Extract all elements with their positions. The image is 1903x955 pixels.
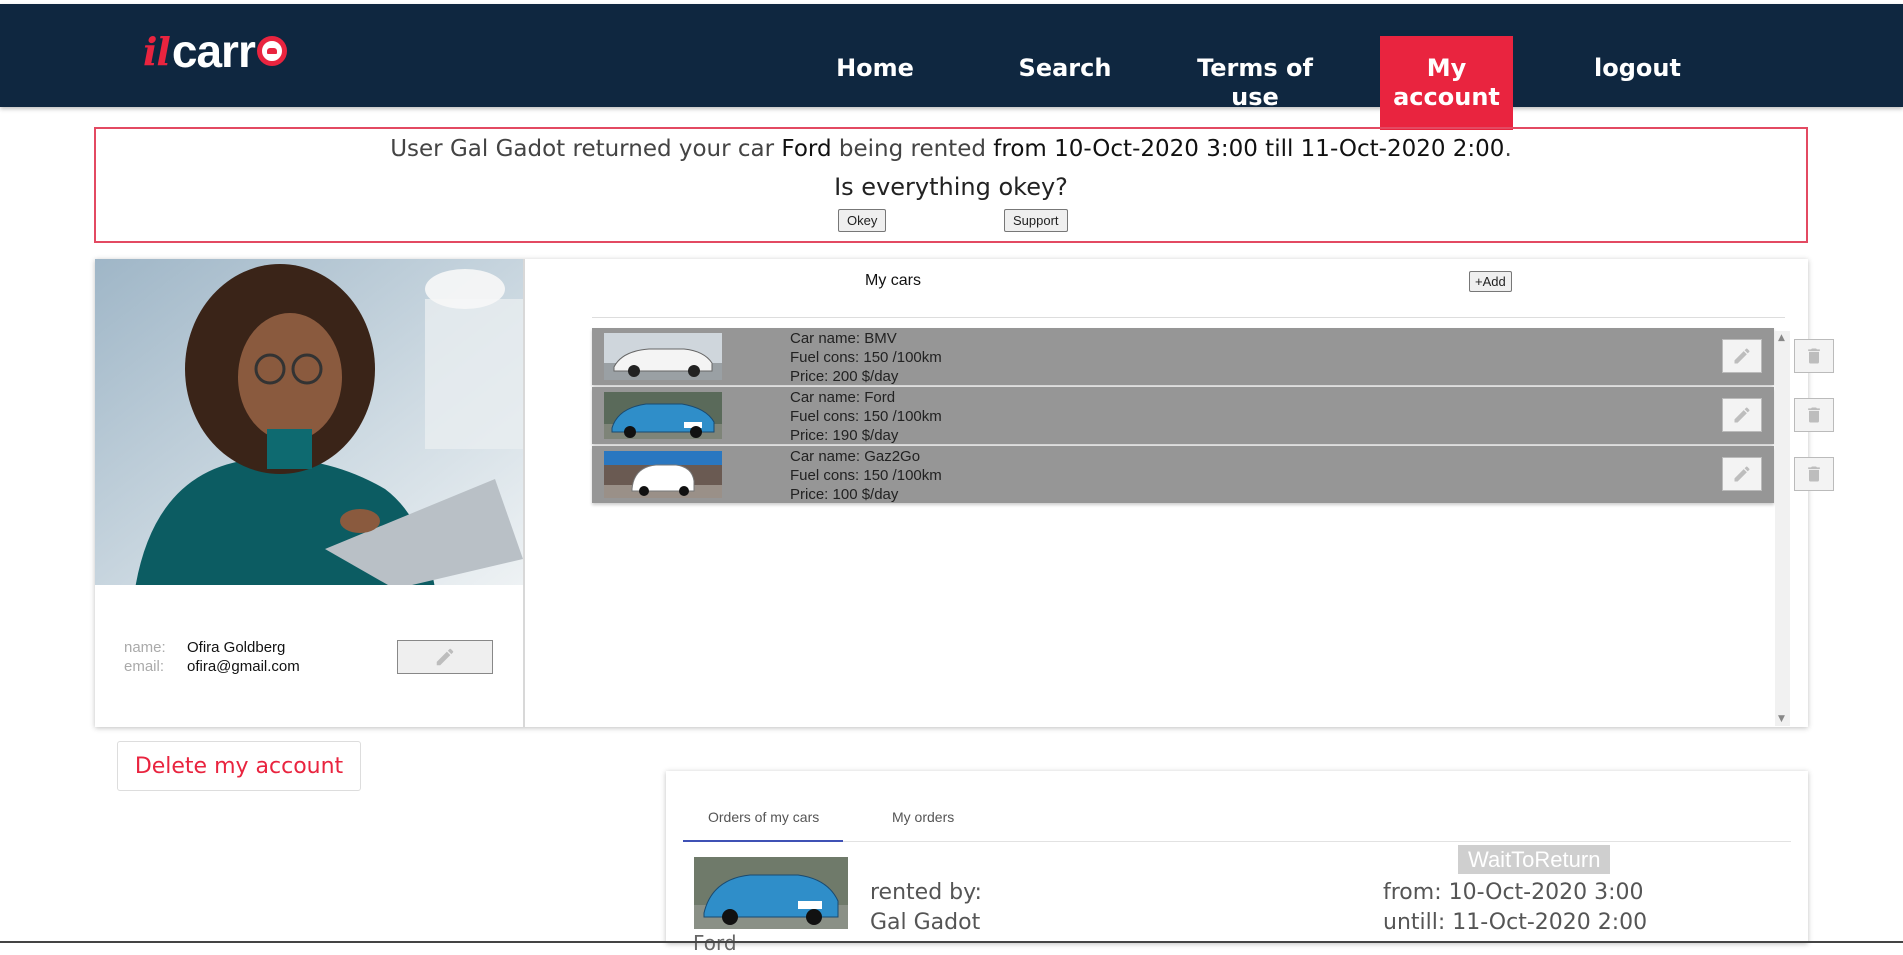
trash-icon bbox=[1808, 407, 1820, 423]
pencil-icon bbox=[1734, 348, 1750, 364]
rented-by-name: Gal Gadot bbox=[870, 910, 981, 935]
delete-car-button[interactable] bbox=[1794, 457, 1834, 491]
car-name: Car name: Gaz2Go bbox=[790, 448, 921, 465]
pencil-icon bbox=[436, 648, 454, 666]
car-name: Car name: BMV bbox=[790, 330, 897, 347]
profile-info: name: Ofira Goldberg email: ofira@gmail.co… bbox=[124, 638, 300, 676]
profile-photo bbox=[95, 259, 523, 585]
car-row: Car name: Gaz2Go Fuel cons: 150 /100km P… bbox=[592, 446, 1834, 504]
ilcarro-logo[interactable]: il carr bbox=[143, 25, 287, 77]
add-car-button[interactable]: +Add bbox=[1469, 271, 1512, 292]
pencil-icon bbox=[1734, 466, 1750, 482]
nav-home[interactable]: Home bbox=[825, 54, 925, 83]
car-wheel-icon bbox=[256, 36, 287, 66]
car-name: Car name: Ford bbox=[790, 389, 896, 406]
nav-search[interactable]: Search bbox=[1010, 54, 1120, 83]
logo-main: carr bbox=[171, 25, 256, 77]
profile-name: Ofira Goldberg bbox=[187, 639, 286, 656]
status-badge: WaitToReturn bbox=[1458, 845, 1611, 874]
car-thumbnail bbox=[604, 451, 722, 498]
my-cars-divider bbox=[592, 317, 1785, 318]
rented-by-label: rented by: bbox=[870, 880, 982, 905]
nav-account-line2: account bbox=[1393, 83, 1500, 111]
notice-period: from 10-Oct-2020 3:00 till 11-Oct-2020 2… bbox=[993, 136, 1505, 162]
name-label: name: bbox=[124, 639, 166, 656]
car-thumbnail bbox=[604, 333, 722, 380]
nav-terms-line2: use bbox=[1231, 83, 1279, 111]
nav-my-account[interactable]: My account bbox=[1380, 36, 1513, 130]
edit-profile-button[interactable] bbox=[397, 640, 493, 674]
order-car-name: Ford bbox=[693, 931, 737, 955]
car-price: Price: 100 $/day bbox=[790, 486, 899, 503]
nav-account-line1: My bbox=[1426, 54, 1467, 82]
okey-button[interactable]: Okey bbox=[838, 209, 887, 232]
profile-divider bbox=[523, 259, 525, 727]
car-row: Car name: BMV Fuel cons: 150 /100km Pric… bbox=[592, 328, 1834, 386]
nav-search-label: Search bbox=[1018, 54, 1112, 82]
delete-car-button[interactable] bbox=[1794, 339, 1834, 373]
trash-icon bbox=[1808, 348, 1820, 364]
delete-account-button[interactable]: Delete my account bbox=[117, 741, 361, 791]
order-car-thumbnail bbox=[694, 857, 848, 929]
account-card: name: Ofira Goldberg email: ofira@gmail.co… bbox=[95, 259, 1834, 727]
edit-car-button[interactable] bbox=[1722, 398, 1762, 432]
edit-car-button[interactable] bbox=[1722, 339, 1762, 373]
order-from: from: 10-Oct-2020 3:00 bbox=[1383, 880, 1644, 905]
email-label: email: bbox=[124, 658, 165, 675]
notice-question: Is everything okey? bbox=[834, 173, 1068, 201]
nav-terms-of-use[interactable]: Terms of use bbox=[1190, 54, 1320, 112]
delete-car-button[interactable] bbox=[1794, 398, 1834, 432]
nav-home-label: Home bbox=[836, 54, 914, 82]
tabs-divider bbox=[683, 841, 1791, 842]
car-fuel: Fuel cons: 150 /100km bbox=[790, 467, 942, 484]
car-row: Car name: Ford Fuel cons: 150 /100km Pri… bbox=[592, 387, 1834, 445]
order-until: untill: 11-Oct-2020 2:00 bbox=[1383, 910, 1648, 935]
profile-email: ofira@gmail.com bbox=[187, 658, 300, 675]
tab-orders-of-my-cars[interactable]: Orders of my cars bbox=[708, 809, 819, 825]
orders-card: Orders of my cars My orders Ford WaitToR… bbox=[666, 771, 1808, 955]
edit-car-button[interactable] bbox=[1722, 457, 1762, 491]
pencil-icon bbox=[1734, 407, 1750, 423]
car-fuel: Fuel cons: 150 /100km bbox=[790, 408, 942, 425]
nav-logout[interactable]: logout bbox=[1585, 54, 1690, 83]
active-tab-indicator bbox=[683, 840, 843, 842]
my-cars-title: My cars bbox=[865, 272, 921, 289]
car-info: Car name: BMV Fuel cons: 150 /100km Pric… bbox=[790, 329, 942, 386]
car-info: Car name: Ford Fuel cons: 150 /100km Pri… bbox=[790, 388, 942, 445]
scroll-up-arrow-icon[interactable]: ▲ bbox=[1778, 333, 1785, 343]
notice-message: User Gal Gadot returned your car Ford be… bbox=[96, 136, 1806, 162]
car-price: Price: 200 $/day bbox=[790, 368, 899, 385]
notice-text-3: . bbox=[1504, 136, 1512, 162]
car-info: Car name: Gaz2Go Fuel cons: 150 /100km P… bbox=[790, 447, 942, 504]
support-button[interactable]: Support bbox=[1004, 209, 1068, 232]
car-thumbnail bbox=[604, 392, 722, 439]
car-price: Price: 190 $/day bbox=[790, 427, 899, 444]
car-list[interactable]: Car name: BMV Fuel cons: 150 /100km Pric… bbox=[592, 328, 1834, 725]
notice-car: Ford bbox=[781, 136, 832, 162]
logo-prefix: il bbox=[143, 28, 171, 74]
return-notice: User Gal Gadot returned your car Ford be… bbox=[94, 127, 1808, 243]
nav-logout-label: logout bbox=[1594, 54, 1681, 82]
trash-icon bbox=[1808, 466, 1820, 482]
notice-text-2: being rented bbox=[831, 136, 994, 162]
car-list-scrollbar[interactable]: ▲ ▼ bbox=[1775, 331, 1790, 726]
tab-my-orders[interactable]: My orders bbox=[892, 809, 954, 825]
car-fuel: Fuel cons: 150 /100km bbox=[790, 349, 942, 366]
notice-text-1: User Gal Gadot returned your car bbox=[390, 136, 782, 162]
nav-terms-line1: Terms of bbox=[1197, 54, 1313, 82]
scroll-down-arrow-icon[interactable]: ▼ bbox=[1778, 714, 1785, 724]
header: il carr Home Search Terms of use My acco… bbox=[0, 4, 1903, 130]
